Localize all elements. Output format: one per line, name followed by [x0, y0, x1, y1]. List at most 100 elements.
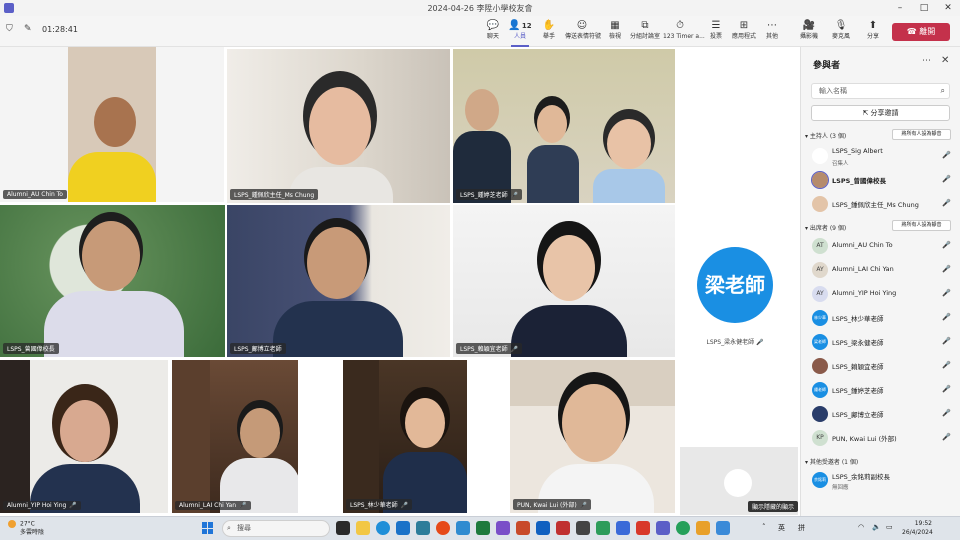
participant-body [527, 145, 579, 203]
weather-widget[interactable]: 27°C 多雲時陰 [8, 520, 44, 537]
app-icon[interactable] [716, 521, 730, 535]
mic-button[interactable]: 🎙 麥克風 [824, 19, 858, 46]
mute-all-attendees-button[interactable]: 將所有人設為靜音 [892, 220, 951, 231]
participant-head [607, 119, 651, 169]
system-clock[interactable]: 19:52 26/4/2024 [902, 519, 933, 537]
video-tile[interactable]: LSPS_鍾佩欣主任_Ms Chung [227, 49, 450, 203]
app-icon[interactable] [616, 521, 630, 535]
video-tile[interactable]: Alumni_LAI Chi Yan 🎤 [172, 360, 298, 513]
leave-button[interactable]: ☎ 離開 [892, 23, 950, 41]
shield-icon[interactable]: ⛉ [6, 24, 16, 34]
participant-name-tag: LSPS_賴穎宜老師 🎤 [456, 343, 523, 354]
participant-name: LSPS_梁永健老師 🎤 [706, 339, 764, 346]
video-tile-active-speaker[interactable]: LSPS_曾國偉校長 [0, 205, 225, 357]
participant-row[interactable]: 林少華SW LSPS_林少華老師 🎤 [811, 309, 956, 329]
reactions-button[interactable]: ☺ 傳送表情符號 [565, 19, 601, 46]
minimize-icon[interactable]: – [888, 0, 912, 16]
chrome-icon[interactable] [436, 521, 450, 535]
close-panel-icon[interactable]: ✕ [941, 55, 949, 66]
participant-row[interactable]: 余銘莉 LSPS_余銘莉副校長 無回應 [811, 471, 956, 491]
search-icon: ⌕ [940, 86, 945, 95]
store-icon[interactable] [396, 521, 410, 535]
video-tile[interactable]: LSPS_林少華老師 🎤 [343, 360, 467, 513]
participant-head [405, 398, 445, 448]
share-button[interactable]: ⬆ 分享 [856, 19, 890, 46]
avatar-video-tile[interactable]: 梁老師 LSPS_梁永健老師 🎤 [680, 207, 790, 357]
share-invite-button[interactable]: ⇱ 分享邀請 [811, 105, 950, 121]
participant-body [68, 152, 156, 202]
app-icon[interactable] [696, 521, 710, 535]
avatar: AY [812, 286, 828, 302]
organizers-section-header[interactable]: ▾ 主持人 (3 個) [805, 131, 846, 140]
avatar: 鍾老師 [812, 382, 828, 398]
meeting-toolbar: ⛉ ✎ 01:28:41 💬 聊天 👤12 人員 ✋ 舉手 ☺ 傳送表情符號 ▦… [0, 16, 960, 47]
camera-button[interactable]: 🎥 攝影機 [792, 19, 826, 46]
onenote-icon[interactable] [496, 521, 510, 535]
hidden-participants-tile[interactable]: 顯示隱藏的顯示 [680, 447, 799, 515]
participant-row[interactable]: LSPS_曾國偉校長 🎤 [811, 171, 956, 191]
powerpoint-icon[interactable] [516, 521, 530, 535]
close-window-icon[interactable]: ✕ [936, 0, 960, 16]
word-icon[interactable] [456, 521, 470, 535]
others-section-header[interactable]: ▾ 其他受邀者 (1 個) [805, 457, 858, 466]
tray-chevron-icon[interactable]: ˄ [762, 523, 766, 531]
app-icon[interactable] [596, 521, 610, 535]
wifi-icon[interactable]: ◠ [858, 523, 864, 531]
excel-icon[interactable] [476, 521, 490, 535]
more-button[interactable]: ⋯ 其他 [755, 19, 789, 46]
timer-app-button[interactable]: ⏱ 123 Timer a... [663, 19, 705, 46]
participant-name-tag: LSPS_鍾婷芝老師 🎤 [456, 189, 523, 200]
participant-name-tag: LSPS_鍾佩欣主任_Ms Chung [230, 189, 319, 200]
mic-muted-icon: 🎤 [239, 502, 247, 509]
participant-row[interactable]: LSPS_鍾佩欣主任_Ms Chung 🎤 [811, 195, 956, 215]
outlook-icon[interactable] [536, 521, 550, 535]
avatar [811, 171, 829, 189]
app-icon[interactable] [416, 521, 430, 535]
window-title: 2024-04-26 李陞小學校友會 [427, 4, 533, 13]
participant-row[interactable]: LSPS_Sig Albert 召集人 🎤 [811, 147, 956, 167]
participant-row[interactable]: AY Alumni_YIP Hoi Ying 🎤 [811, 285, 956, 305]
participants-panel: 參與者 ⋯ ✕ 輸入名稱 ⌕ ⇱ 分享邀請 ▾ 主持人 (3 個) 將所有人設為… [800, 47, 960, 516]
sticky-note-icon[interactable]: ✎ [24, 24, 34, 34]
mic-muted-icon: 🎤 [942, 385, 951, 393]
teams-taskbar-icon[interactable] [656, 521, 670, 535]
view-button[interactable]: ▦ 檢視 [598, 19, 632, 46]
participant-row[interactable]: AT Alumni_AU Chin To 🎤 [811, 237, 956, 257]
mic-on-icon: 🎤 [942, 409, 951, 417]
lang-indicator-2[interactable]: 拼 [798, 523, 805, 533]
acrobat-icon[interactable] [556, 521, 570, 535]
participant-search-input[interactable]: 輸入名稱 ⌕ [811, 83, 950, 99]
mute-all-organizers-button[interactable]: 將所有人設為靜音 [892, 129, 951, 140]
battery-icon[interactable]: ▭ [886, 523, 893, 531]
title-bar: 2024-04-26 李陞小學校友會 – □ ✕ [0, 0, 960, 16]
participant-row[interactable]: LSPS_賴穎宜老師 🎤 [811, 357, 956, 377]
participant-row[interactable]: KP PUN, Kwai Lui (外部) 🎤 [811, 429, 956, 449]
more-options-icon[interactable]: ⋯ [922, 56, 931, 66]
whatsapp-icon[interactable] [676, 521, 690, 535]
video-tile[interactable]: PUN, Kwai Lui (外部) 🎤 [510, 360, 675, 513]
app-icon[interactable] [636, 521, 650, 535]
maximize-icon[interactable]: □ [912, 0, 936, 16]
video-tile[interactable]: LSPS_鍾婷芝老師 🎤 [453, 49, 675, 203]
attendees-section-header[interactable]: ▾ 出席者 (9 個) [805, 223, 846, 232]
video-tile[interactable]: Alumni_AU Chin To [0, 47, 224, 202]
participant-row[interactable]: AY Alumni_LAI Chi Yan 🎤 [811, 261, 956, 281]
video-tile[interactable]: LSPS_鄺博立老師 [227, 205, 450, 357]
file-explorer-icon[interactable] [356, 521, 370, 535]
participant-row[interactable]: 鍾老師 LSPS_鍾婷芝老師 🎤 [811, 381, 956, 401]
start-button[interactable] [202, 522, 214, 534]
avatar: KP [812, 430, 828, 446]
raise-hand-button[interactable]: ✋ 舉手 [532, 19, 566, 46]
edge-icon[interactable] [376, 521, 390, 535]
participant-row[interactable]: 梁老師 LSPS_梁永健老師 🎤 [811, 333, 956, 353]
lang-indicator-1[interactable]: 英 [778, 523, 785, 533]
task-view-icon[interactable] [336, 521, 350, 535]
video-tile[interactable]: Alumni_YIP Hoi Ying 🎤 [0, 360, 168, 513]
video-tile[interactable]: LSPS_賴穎宜老師 🎤 [453, 205, 675, 357]
app-icon[interactable] [576, 521, 590, 535]
volume-icon[interactable]: 🔈 [872, 523, 881, 531]
participant-row[interactable]: LSPS_鄺博立老師 🎤 [811, 405, 956, 425]
show-hidden-label[interactable]: 顯示隱藏的顯示 [748, 501, 799, 512]
taskbar-search[interactable]: ⌕ 搜尋 [222, 520, 330, 537]
breakout-rooms-button[interactable]: ⧉ 分組討論室 [628, 19, 662, 46]
